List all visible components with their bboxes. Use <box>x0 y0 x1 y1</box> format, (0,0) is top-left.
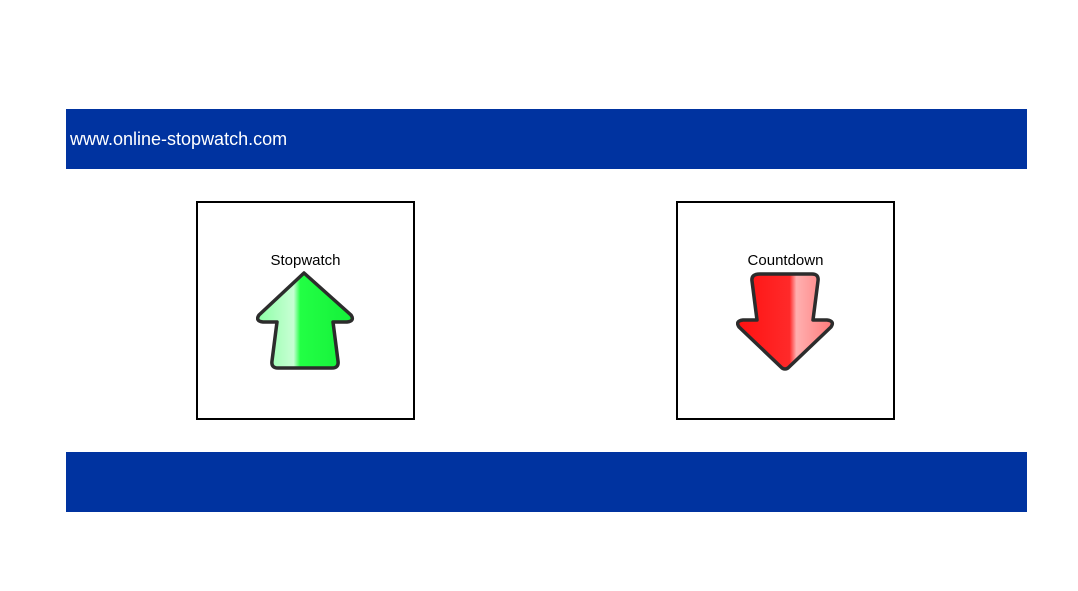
countdown-label: Countdown <box>747 252 824 269</box>
down-arrow-icon <box>736 272 835 371</box>
stopwatch-tile[interactable]: Stopwatch <box>196 201 415 420</box>
header-banner: www.online-stopwatch.com <box>66 109 1027 169</box>
up-arrow-icon <box>256 271 355 370</box>
page: www.online-stopwatch.com Stopwatch Count… <box>0 0 1078 591</box>
footer-banner <box>66 452 1027 512</box>
countdown-tile[interactable]: Countdown <box>676 201 895 420</box>
stopwatch-label: Stopwatch <box>270 252 341 269</box>
site-name-link[interactable]: www.online-stopwatch.com <box>70 129 287 150</box>
